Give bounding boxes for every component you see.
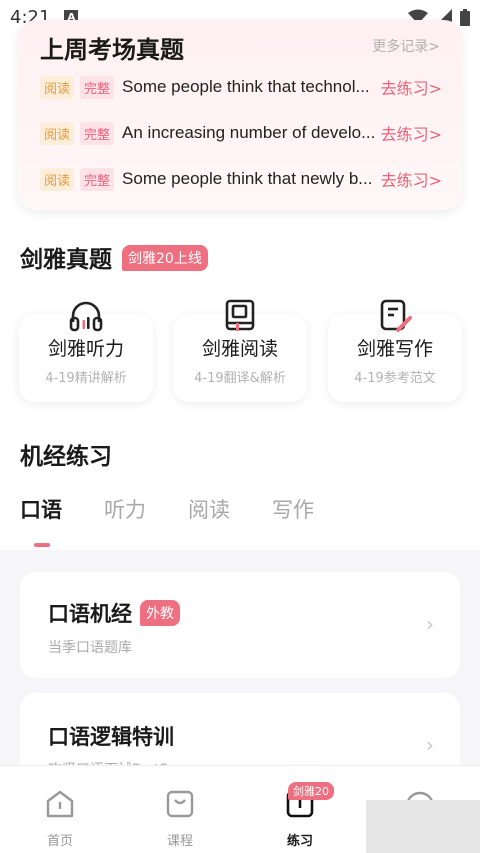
nav-label: 练习 bbox=[286, 834, 313, 849]
tab-writing[interactable]: 写作 bbox=[272, 494, 314, 524]
tag-complete: 完整 bbox=[80, 167, 115, 191]
exam-card: 上周考场真题 更多记录> 阅读 完整 Some people think tha… bbox=[18, 20, 462, 210]
nav-badge: 剑雅20 bbox=[288, 782, 334, 800]
nav-label: 首页 bbox=[46, 834, 73, 849]
tag-read: 阅读 bbox=[40, 75, 75, 99]
battery-icon bbox=[460, 8, 470, 26]
card-sub: 4-19参考范文 bbox=[354, 371, 436, 386]
practice-link[interactable]: 去练习> bbox=[381, 121, 442, 145]
practice-link[interactable]: 去练习> bbox=[381, 75, 442, 99]
tab-reading[interactable]: 阅读 bbox=[188, 494, 230, 524]
foreign-teacher-badge: 外教 bbox=[140, 600, 180, 626]
cambridge-title: 剑雅真题 bbox=[20, 247, 112, 273]
card-name: 剑雅听力 bbox=[47, 338, 124, 360]
more-records-link[interactable]: 更多记录> bbox=[372, 36, 440, 56]
cambridge-badge: 剑雅20上线 bbox=[122, 245, 208, 271]
tag-read: 阅读 bbox=[40, 167, 75, 191]
card-sub: 4-19翻译&解析 bbox=[194, 371, 286, 386]
overlay-patch bbox=[366, 800, 480, 853]
home-icon bbox=[46, 790, 74, 818]
tab-speaking[interactable]: 口语 bbox=[20, 494, 62, 524]
card-name: 剑雅写作 bbox=[356, 338, 433, 360]
headphones-icon bbox=[69, 301, 103, 332]
speaking-machine-card[interactable]: 口语机经 外教 当季口语题库 › bbox=[20, 572, 460, 678]
exam-question: Some people think that newly b... bbox=[122, 169, 373, 188]
practice-link[interactable]: 去练习> bbox=[381, 167, 442, 191]
practice-tabs: 口语 听力 阅读 写作 bbox=[20, 494, 314, 524]
practice-title: 机经练习 bbox=[20, 444, 112, 470]
exam-row[interactable]: 阅读 完整 Some people think that technol... … bbox=[40, 74, 442, 100]
tab-listening[interactable]: 听力 bbox=[104, 494, 146, 524]
tag-complete: 完整 bbox=[80, 121, 115, 145]
card-name: 剑雅阅读 bbox=[201, 338, 278, 360]
nav-home[interactable]: 首页 bbox=[20, 788, 100, 849]
tag-read: 阅读 bbox=[40, 121, 75, 145]
exam-row[interactable]: 阅读 完整 Some people think that newly b... … bbox=[40, 166, 442, 192]
nav-label: 课程 bbox=[166, 834, 193, 849]
card-subtitle: 当季口语题库 bbox=[48, 640, 132, 656]
exam-row[interactable]: 阅读 完整 An increasing number of develo... … bbox=[40, 120, 442, 146]
exam-question: Some people think that technol... bbox=[122, 77, 370, 96]
card-title: 口语逻辑特训 bbox=[48, 725, 174, 749]
card-title: 口语机经 bbox=[48, 602, 132, 626]
card-sub: 4-19精讲解析 bbox=[45, 371, 127, 386]
course-icon bbox=[166, 790, 194, 818]
pen-paper-icon bbox=[380, 299, 412, 332]
chevron-right-icon: › bbox=[426, 612, 434, 636]
exam-question: An increasing number of develo... bbox=[122, 123, 376, 142]
chevron-right-icon: › bbox=[426, 733, 434, 757]
exam-title: 上周考场真题 bbox=[40, 36, 184, 64]
nav-course[interactable]: 课程 bbox=[140, 788, 220, 849]
tag-complete: 完整 bbox=[80, 75, 115, 99]
tab-indicator bbox=[34, 543, 50, 547]
book-icon bbox=[225, 299, 255, 331]
